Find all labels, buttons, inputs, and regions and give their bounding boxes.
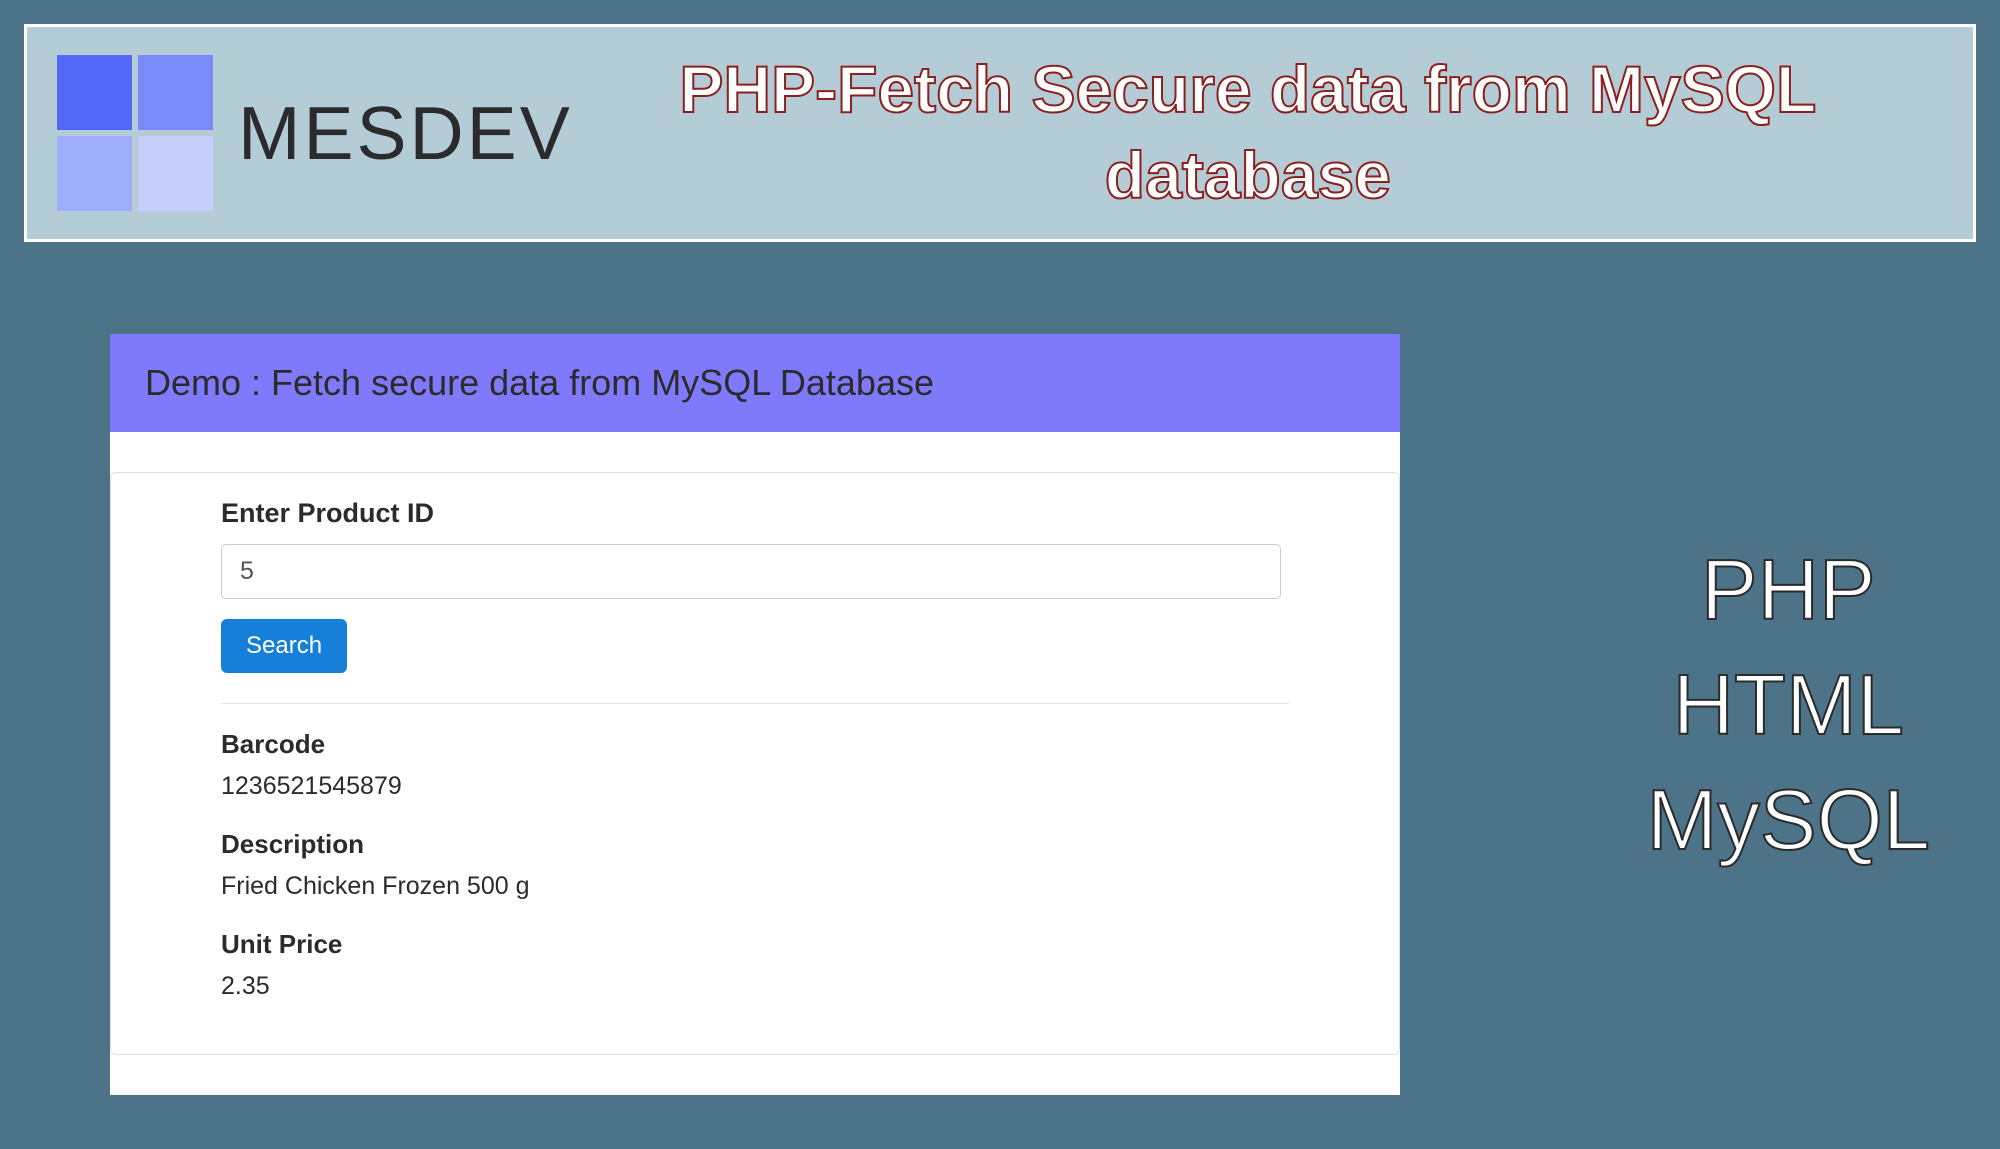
side-labels: PHP HTML MySQL	[1647, 534, 1930, 878]
demo-window: Demo : Fetch secure data from MySQL Data…	[110, 334, 1400, 1095]
side-label-mysql: MySQL	[1647, 764, 1930, 879]
barcode-label: Barcode	[221, 729, 1289, 760]
side-label-html: HTML	[1647, 649, 1930, 764]
demo-card: Enter Product ID Search Barcode 12365215…	[110, 472, 1400, 1055]
demo-header: Demo : Fetch secure data from MySQL Data…	[110, 334, 1400, 432]
side-label-php: PHP	[1647, 534, 1930, 649]
logo-text: MESDEV	[238, 90, 573, 176]
product-id-input[interactable]	[221, 544, 1281, 599]
logo-container: MESDEV	[57, 55, 573, 211]
logo-square	[57, 55, 132, 130]
product-id-label: Enter Product ID	[221, 498, 1289, 529]
search-button[interactable]: Search	[221, 619, 347, 673]
description-value: Fried Chicken Frozen 500 g	[221, 872, 1289, 901]
demo-title: Demo : Fetch secure data from MySQL Data…	[145, 362, 1365, 404]
logo-square	[138, 136, 213, 211]
logo-square	[57, 136, 132, 211]
header-title: PHP-Fetch Secure data from MySQL databas…	[593, 47, 1943, 219]
demo-body: Enter Product ID Search Barcode 12365215…	[110, 432, 1400, 1095]
unit-price-value: 2.35	[221, 972, 1289, 1001]
description-label: Description	[221, 829, 1289, 860]
divider	[221, 703, 1289, 704]
unit-price-label: Unit Price	[221, 929, 1289, 960]
logo-icon	[57, 55, 213, 211]
header-banner: MESDEV PHP-Fetch Secure data from MySQL …	[24, 24, 1976, 242]
logo-square	[138, 55, 213, 130]
barcode-value: 1236521545879	[221, 772, 1289, 801]
